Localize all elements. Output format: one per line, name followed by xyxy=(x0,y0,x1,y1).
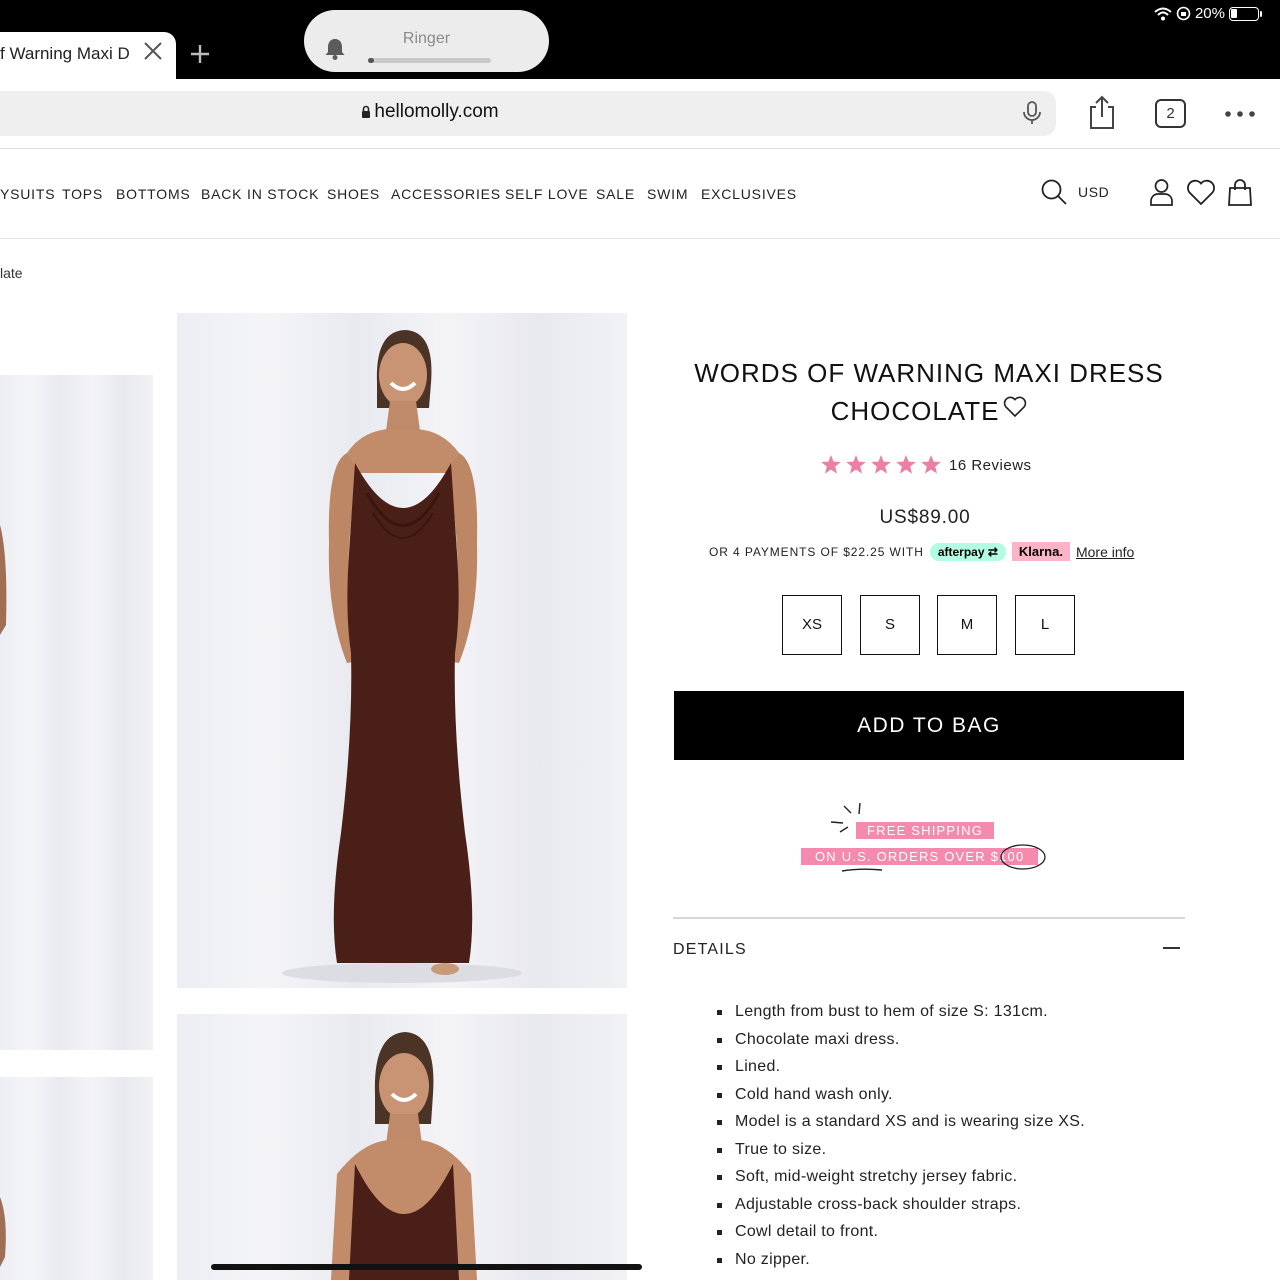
home-indicator[interactable] xyxy=(211,1264,642,1270)
add-to-bag-button[interactable]: ADD TO BAG xyxy=(674,691,1184,760)
lock-icon xyxy=(362,105,371,118)
star-icon xyxy=(871,455,891,474)
ringer-label: Ringer xyxy=(402,30,451,47)
rating-stars[interactable] xyxy=(820,454,942,475)
product-title-line-2: CHOCOLATE xyxy=(830,396,1000,426)
detail-item: Length from bust to hem of size S: 131cm… xyxy=(717,998,1085,1026)
size-option-l[interactable]: L xyxy=(1015,595,1075,655)
nav-item-back-in-stock[interactable]: BACK IN STOCK xyxy=(201,186,319,202)
nav-item-tops[interactable]: TOPS xyxy=(62,186,103,202)
details-list: Length from bust to hem of size S: 131cm… xyxy=(717,998,1085,1274)
product-thumbnail[interactable] xyxy=(0,1077,153,1280)
url-field[interactable]: hellomolly.com xyxy=(0,91,1056,136)
product-secondary-image[interactable] xyxy=(177,1014,627,1280)
currency-selector[interactable]: USD xyxy=(1078,184,1109,200)
wifi-icon xyxy=(1154,7,1172,20)
size-option-m[interactable]: M xyxy=(937,595,997,655)
detail-item: No zipper. xyxy=(717,1246,1085,1274)
model-wearing-dress-photo xyxy=(282,330,522,983)
battery-icon xyxy=(1229,6,1259,21)
model-photo-thumbnail xyxy=(0,525,7,635)
url-domain: hellomolly.com xyxy=(374,101,499,122)
wishlist-heart-icon[interactable] xyxy=(1186,179,1216,206)
shopping-bag-icon[interactable] xyxy=(1226,177,1254,207)
product-thumbnail[interactable] xyxy=(0,375,153,1050)
shipping-doodle-marks xyxy=(841,844,1046,872)
klarna-badge[interactable]: Klarna. xyxy=(1011,542,1070,561)
ringer-volume-hud: Ringer xyxy=(304,10,549,72)
ringer-level-fill xyxy=(368,58,375,63)
star-icon xyxy=(896,455,916,474)
more-info-link[interactable]: More info xyxy=(1076,544,1134,560)
star-icon xyxy=(846,455,866,474)
nav-item-shoes[interactable]: SHOES xyxy=(327,186,380,202)
afterpay-badge[interactable]: afterpay ⇄ xyxy=(929,542,1006,561)
close-tab-icon[interactable] xyxy=(142,40,164,62)
product-main-image[interactable] xyxy=(177,313,627,988)
detail-item: Adjustable cross-back shoulder straps. xyxy=(717,1191,1085,1219)
nav-item-self-love[interactable]: SELF LOVE xyxy=(505,186,588,202)
detail-item: Cold hand wash only. xyxy=(717,1081,1085,1109)
nav-item-sale[interactable]: SALE xyxy=(596,186,635,202)
star-icon xyxy=(821,455,841,474)
account-icon[interactable] xyxy=(1149,178,1174,206)
model-photo-thumbnail xyxy=(0,1197,6,1267)
model-wearing-dress-photo xyxy=(331,1032,477,1280)
detail-item: Lined. xyxy=(717,1053,1085,1081)
product-title: WORDS OF WARNING MAXI DRESS CHOCOLATE xyxy=(674,354,1184,430)
collapse-details-icon[interactable] xyxy=(1163,947,1180,949)
detail-item: Soft, mid-weight stretchy jersey fabric. xyxy=(717,1163,1085,1191)
details-heading[interactable]: DETAILS xyxy=(673,941,747,959)
add-to-wishlist-heart-icon[interactable] xyxy=(1003,396,1027,418)
tab-title: f Warning Maxi D xyxy=(0,44,130,63)
section-divider xyxy=(673,917,1185,919)
share-icon[interactable] xyxy=(1086,95,1118,131)
breadcrumb[interactable]: late xyxy=(0,265,23,281)
browser-tab-bar: f Warning Maxi D 20% xyxy=(0,0,1280,79)
size-option-s[interactable]: S xyxy=(860,595,920,655)
status-bar: 20% xyxy=(1154,5,1262,22)
detail-item: True to size. xyxy=(717,1136,1085,1164)
nav-item-exclusives[interactable]: EXCLUSIVES xyxy=(701,186,797,202)
product-title-line-1: WORDS OF WARNING MAXI DRESS xyxy=(694,358,1164,388)
more-options-icon[interactable] xyxy=(1224,110,1256,118)
size-option-xs[interactable]: XS xyxy=(782,595,842,655)
ringer-level-bar xyxy=(368,58,491,63)
payments-text: OR 4 PAYMENTS OF $22.25 WITH xyxy=(709,544,924,559)
tabs-overview-button[interactable]: 2 xyxy=(1155,99,1186,128)
new-tab-icon[interactable] xyxy=(188,42,212,66)
free-shipping-label: FREE SHIPPING xyxy=(856,822,995,839)
product-price: US$89.00 xyxy=(879,507,971,528)
nav-item-accessories[interactable]: ACCESSORIES xyxy=(391,186,501,202)
nav-item-bottoms[interactable]: BOTTOMS xyxy=(116,186,191,202)
star-icon xyxy=(921,455,941,474)
battery-percent: 20% xyxy=(1194,5,1225,22)
url-text: hellomolly.com xyxy=(0,101,860,123)
detail-item: Chocolate maxi dress. xyxy=(717,1026,1085,1054)
detail-item: Cowl detail to front. xyxy=(717,1218,1085,1246)
installment-payments: OR 4 PAYMENTS OF $22.25 WITH afterpay ⇄ … xyxy=(709,542,1134,561)
search-icon[interactable] xyxy=(1040,178,1068,206)
orientation-lock-icon xyxy=(1176,6,1191,21)
reviews-count-link[interactable]: 16 Reviews xyxy=(949,457,1032,474)
detail-item: Model is a standard XS and is wearing si… xyxy=(717,1108,1085,1136)
microphone-icon[interactable] xyxy=(1020,100,1044,126)
browser-tab[interactable]: f Warning Maxi D xyxy=(0,32,176,79)
nav-item-swim[interactable]: SWIM xyxy=(647,186,688,202)
nav-item-jumpsuits[interactable]: YSUITS xyxy=(0,186,55,202)
